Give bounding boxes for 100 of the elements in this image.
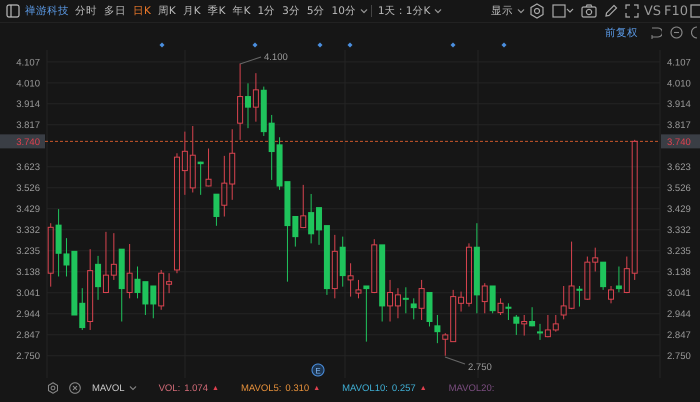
display-menu[interactable]: 显示: [488, 4, 516, 18]
price-axis-label: 3.041: [667, 288, 691, 300]
price-tag: 3.740: [661, 134, 700, 148]
candlestick: [600, 262, 606, 290]
price-axis-label: 3.429: [667, 204, 691, 216]
period-tab[interactable]: 10分: [328, 4, 359, 18]
candlestick: [544, 314, 551, 338]
candlestick: [142, 281, 148, 316]
period-tab[interactable]: 周K: [154, 4, 179, 18]
price-axis-label: 3.235: [16, 246, 40, 258]
price-axis-label: 3.623: [16, 162, 40, 174]
period-tab[interactable]: 1分: [254, 4, 278, 18]
candlestick: [552, 314, 559, 332]
price-axis-label: 2.847: [16, 330, 40, 342]
period-tab[interactable]: 季K: [204, 4, 229, 18]
caret-icon[interactable]: [516, 8, 525, 14]
candlestick: [245, 82, 251, 129]
price-axis-label: 2.944: [667, 309, 691, 320]
candlestick: [252, 72, 259, 122]
candlestick: [206, 148, 212, 188]
price-axis-label: 3.041: [16, 288, 40, 300]
period-tab[interactable]: 日K: [130, 4, 154, 18]
price-axis-label: 4.107: [16, 57, 40, 68]
price-axis-label: 3.138: [667, 267, 691, 278]
price-axis-label: 3.526: [667, 183, 691, 194]
candlestick: [521, 314, 528, 336]
caret-icon[interactable]: [360, 8, 368, 14]
indicator-name[interactable]: MAVOL: [92, 382, 125, 394]
price-axis-label: 3.914: [667, 99, 691, 110]
candlestick: [221, 155, 228, 217]
settings-icon[interactable]: [47, 382, 59, 394]
caret-icon[interactable]: [434, 8, 442, 14]
interval-menu[interactable]: 1天 : 1分K: [374, 4, 434, 18]
leader-line: [444, 356, 466, 364]
candlestick: [182, 131, 188, 196]
compare-button[interactable]: VS: [642, 4, 662, 18]
series-name: MAVOL20:: [448, 382, 494, 394]
high-price-label: 4.100: [264, 52, 288, 63]
candlestick: [190, 126, 196, 193]
fullscreen-icon[interactable]: [624, 4, 639, 18]
price-axis-label: 3.138: [16, 267, 40, 278]
price-axis-label: 4.107: [667, 57, 691, 68]
price-axis-label: 3.623: [667, 162, 691, 174]
price-axis-label: 3.914: [16, 99, 40, 110]
price-tag: 3.740: [0, 134, 45, 148]
candlestick: [213, 194, 220, 226]
period-tab[interactable]: 分时: [72, 4, 100, 18]
candlestick: [410, 298, 417, 320]
candlestick: [340, 236, 346, 288]
candlestick: [150, 285, 156, 319]
candlestick: [308, 193, 314, 244]
candlestick: [300, 184, 306, 229]
candlestick: [450, 289, 456, 342]
candlestick: [48, 222, 54, 288]
candlestick: [71, 250, 78, 316]
candlestick: [332, 234, 338, 299]
candlestick: [229, 128, 236, 200]
price-axis-label: 4.010: [16, 78, 40, 90]
price-axis-label: 2.847: [667, 330, 691, 342]
price-axis-label: 4.010: [667, 78, 691, 90]
candlestick: [490, 285, 496, 314]
price-axis-label: 3.526: [16, 183, 40, 194]
candlestick: [560, 285, 567, 320]
stock-name: 禅游科技: [25, 4, 69, 18]
f10-button[interactable]: F10: [662, 4, 689, 18]
candlestick: [537, 323, 543, 340]
zoom-out-icon[interactable]: [670, 26, 683, 39]
pencil-icon[interactable]: [604, 4, 618, 18]
candlestick: [402, 286, 409, 314]
adjust-mode-button[interactable]: 前复权: [605, 26, 644, 40]
candlestick: [134, 266, 140, 299]
candlestick: [624, 256, 630, 294]
period-tab[interactable]: 5分: [304, 4, 328, 18]
series-value: 0.310: [285, 382, 310, 394]
period-tab[interactable]: 3分: [279, 4, 303, 18]
caret-icon[interactable]: [128, 385, 137, 391]
settings-icon[interactable]: [528, 3, 545, 19]
candlestick: [426, 292, 432, 327]
panel-icon[interactable]: [6, 4, 20, 18]
candlestick: [482, 282, 488, 314]
undo-icon[interactable]: [649, 26, 662, 39]
price-axis-label: 2.750: [16, 351, 40, 362]
candlestick: [592, 247, 598, 272]
leader-line: [240, 56, 262, 64]
close-icon[interactable]: [69, 382, 81, 394]
period-tab[interactable]: 年K: [230, 4, 254, 18]
candlestick: [418, 279, 425, 320]
event-marker[interactable]: E: [312, 364, 324, 376]
period-tab[interactable]: 月K: [180, 4, 204, 18]
candlestick: [198, 161, 204, 196]
ref-line-label: 3.740: [16, 136, 40, 148]
candlestick: [260, 86, 267, 136]
price-axis-label: 3.332: [16, 225, 40, 236]
candlestick: [434, 314, 440, 344]
layout-icon[interactable]: [552, 4, 574, 18]
series-value: 0.257: [392, 382, 416, 394]
price-axis-label: 3.332: [667, 225, 691, 236]
price-axis-label: 2.750: [667, 351, 691, 362]
period-tab[interactable]: 多日: [101, 4, 129, 18]
camera-icon[interactable]: [580, 4, 597, 18]
